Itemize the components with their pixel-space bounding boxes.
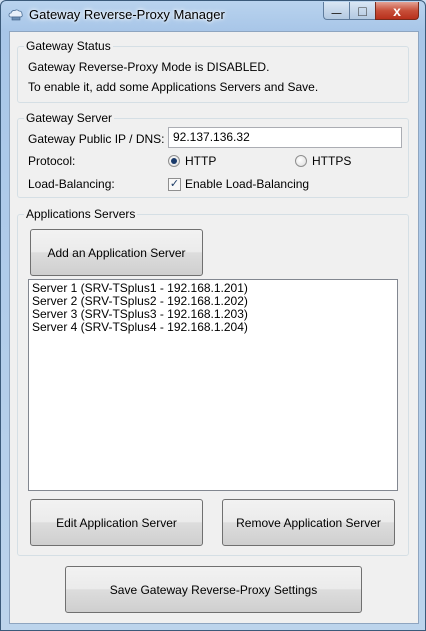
close-button[interactable]: x <box>375 2 419 20</box>
load-balancing-checkbox-label: Enable Load-Balancing <box>185 177 310 191</box>
gateway-server-label: Gateway Server <box>24 111 115 125</box>
application-servers-list[interactable]: Server 1 (SRV-TSplus1 - 192.168.1.201) S… <box>28 279 398 491</box>
add-application-server-button[interactable]: Add an Application Server <box>30 229 203 276</box>
protocol-label: Protocol: <box>28 154 76 168</box>
window-title: Gateway Reverse-Proxy Manager <box>29 7 225 22</box>
protocol-https-radio[interactable]: HTTPS <box>295 154 351 168</box>
remove-application-server-button[interactable]: Remove Application Server <box>222 499 395 546</box>
radio-selected-icon <box>168 155 180 167</box>
cloud-server-icon <box>8 9 24 21</box>
checkmark-icon: ✓ <box>168 177 181 191</box>
status-line-2: To enable it, add some Applications Serv… <box>28 80 319 94</box>
status-line-1: Gateway Reverse-Proxy Mode is DISABLED. <box>28 60 270 74</box>
maximize-icon: □ <box>358 2 367 19</box>
minimize-button[interactable]: — <box>323 2 349 20</box>
app-window: Gateway Reverse-Proxy Manager — □ x Gate… <box>0 0 426 631</box>
load-balancing-label: Load-Balancing: <box>28 177 115 191</box>
list-item[interactable]: Server 4 (SRV-TSplus4 - 192.168.1.204) <box>32 321 394 334</box>
applications-servers-label: Applications Servers <box>24 207 138 221</box>
close-icon: x <box>393 2 401 19</box>
ip-label: Gateway Public IP / DNS: <box>28 132 165 146</box>
protocol-http-label: HTTP <box>185 154 217 168</box>
ip-input[interactable]: 92.137.136.32 <box>168 127 402 148</box>
radio-unselected-icon <box>295 155 307 167</box>
applications-servers-group: Applications Servers Add an Application … <box>17 207 409 556</box>
gateway-server-group: Gateway Server Gateway Public IP / DNS: … <box>17 111 409 198</box>
window-controls: — □ x <box>323 2 419 21</box>
gateway-status-label: Gateway Status <box>24 39 113 53</box>
save-settings-button[interactable]: Save Gateway Reverse-Proxy Settings <box>65 566 362 613</box>
protocol-https-label: HTTPS <box>312 154 352 168</box>
minimize-icon: — <box>331 7 342 19</box>
gateway-status-group: Gateway Status Gateway Reverse-Proxy Mod… <box>17 39 409 103</box>
client-area: Gateway Status Gateway Reverse-Proxy Mod… <box>9 31 419 624</box>
protocol-http-radio[interactable]: HTTP <box>168 154 216 168</box>
maximize-button[interactable]: □ <box>349 2 375 20</box>
edit-application-server-button[interactable]: Edit Application Server <box>30 499 203 546</box>
load-balancing-checkbox[interactable]: ✓ Enable Load-Balancing <box>168 177 309 191</box>
title-bar[interactable]: Gateway Reverse-Proxy Manager — □ x <box>1 1 425 31</box>
